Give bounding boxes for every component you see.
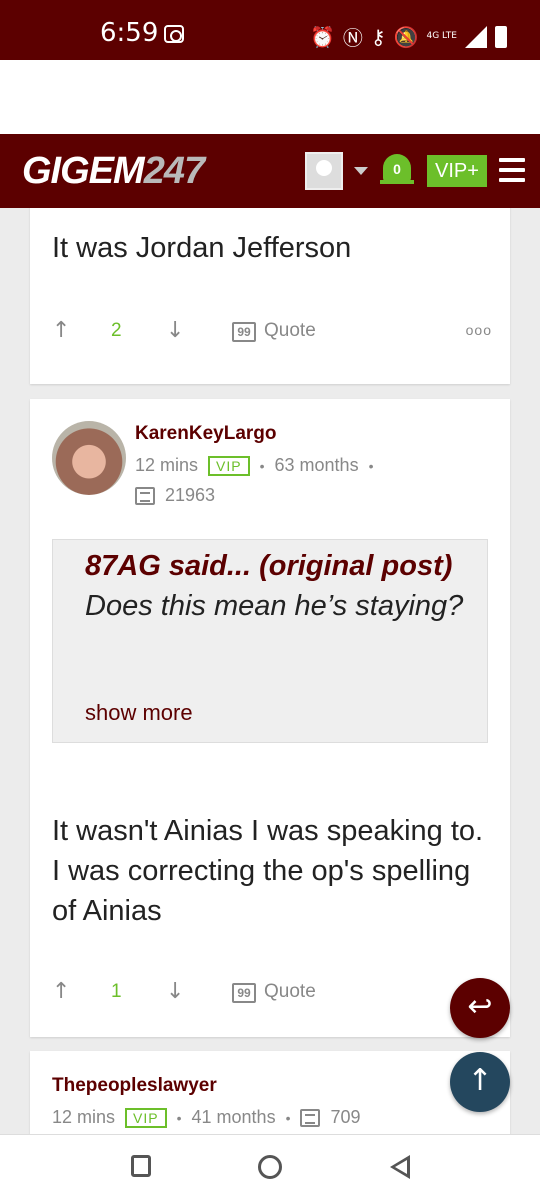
post-count: 709 [330, 1107, 361, 1127]
post-username[interactable]: Thepeopleslawyer [52, 1075, 217, 1097]
upvote-icon[interactable]: ↑ [52, 979, 70, 1004]
scroll-to-top-icon[interactable]: ↑ [450, 1052, 510, 1112]
nfc-icon: Ⓝ [342, 26, 363, 50]
posts-icon [135, 486, 155, 505]
avatar[interactable] [52, 421, 126, 495]
more-options-icon[interactable]: ooo [466, 322, 492, 338]
home-icon[interactable] [258, 1155, 282, 1179]
post-body: It wasn't Ainias I was speaking to. I wa… [52, 815, 484, 927]
downvote-icon[interactable]: ↓ [166, 318, 184, 343]
upvote-icon[interactable]: ↑ [52, 318, 70, 343]
downvote-icon[interactable]: ↓ [166, 979, 184, 1004]
network-type: 4G LTE [426, 31, 457, 41]
post-time: 12 mins [52, 1107, 116, 1127]
status-icons: ⏰ Ⓝ ⚷ 🔕 4G LTE [310, 22, 507, 51]
post-meta: 12 mins VIP • 41 months • 709 [52, 1107, 361, 1128]
post-time: 12 mins [135, 455, 199, 475]
vip-badge: VIP [208, 455, 250, 476]
bell-base [380, 180, 414, 184]
alarm-icon: ⏰ [310, 24, 335, 49]
recent-apps-icon[interactable] [131, 1155, 151, 1177]
chevron-down-icon[interactable] [354, 167, 368, 175]
member-tenure: 63 months [274, 455, 359, 475]
post-body: It was Jordan Jefferson [52, 232, 352, 264]
post-actions: ↑ 1 ↓ 99 Quote [52, 979, 492, 1009]
hamburger-menu-icon[interactable] [499, 158, 525, 182]
post-card: Thepeopleslawyer 12 mins VIP • 41 months… [30, 1051, 510, 1134]
post-card: KarenKeyLargo 12 mins VIP • 63 months • … [30, 399, 510, 1037]
post-actions: ↑ 2 ↓ 99 Quote ooo [52, 318, 492, 348]
screen-record-icon [164, 25, 184, 43]
battery-icon [495, 25, 507, 48]
post-meta: 12 mins VIP • 63 months • [135, 455, 373, 476]
posts-icon [300, 1108, 321, 1127]
reply-fab-icon[interactable]: ↩ [450, 978, 510, 1038]
quote-text: 87AG said... (original post) Does this m… [85, 546, 465, 626]
separator-dot: • [368, 457, 374, 474]
quote-button[interactable]: Quote [264, 320, 316, 342]
quote-content: Does this mean he’s staying? [85, 590, 464, 622]
notifications-bell-icon[interactable]: 0 [380, 152, 414, 188]
logo-number: 247 [143, 150, 205, 192]
post-card: It was Jordan Jefferson ↑ 2 ↓ 99 Quote o… [30, 208, 510, 384]
separator-dot: • [259, 457, 265, 474]
status-time: 6:59 [100, 18, 159, 48]
android-nav-bar [0, 1134, 540, 1200]
post-count: 21963 [165, 485, 216, 505]
site-logo[interactable]: GIGEM247 [22, 150, 205, 193]
quote-button[interactable]: Quote [264, 981, 316, 1003]
separator-dot: • [176, 1109, 182, 1126]
status-bar: 6:59 ⏰ Ⓝ ⚷ 🔕 4G LTE [0, 0, 540, 60]
vote-count: 1 [111, 981, 122, 1002]
quote-icon[interactable]: 99 [232, 983, 256, 1003]
vip-badge: VIP [125, 1107, 167, 1128]
key-icon: ⚷ [370, 24, 386, 49]
separator-dot: • [285, 1109, 291, 1126]
notification-count: 0 [383, 154, 411, 182]
user-avatar-button[interactable] [305, 152, 343, 190]
quoted-post: 87AG said... (original post) Does this m… [52, 539, 488, 743]
show-more-link[interactable]: show more [85, 700, 193, 726]
back-icon[interactable] [390, 1155, 410, 1179]
member-tenure: 41 months [191, 1107, 276, 1127]
post-username[interactable]: KarenKeyLargo [135, 423, 277, 445]
post-count-row: 21963 [135, 485, 215, 506]
quote-icon[interactable]: 99 [232, 322, 256, 342]
signal-icon [465, 25, 487, 48]
browser-gap [0, 60, 540, 134]
logo-text: GIGEM [22, 150, 145, 192]
vip-button[interactable]: VIP+ [427, 155, 487, 187]
quote-author[interactable]: 87AG said... (original post) [85, 550, 452, 582]
site-header: GIGEM247 0 VIP+ [0, 134, 540, 208]
mute-bell-icon: 🔕 [393, 24, 419, 49]
vote-count: 2 [111, 320, 122, 341]
